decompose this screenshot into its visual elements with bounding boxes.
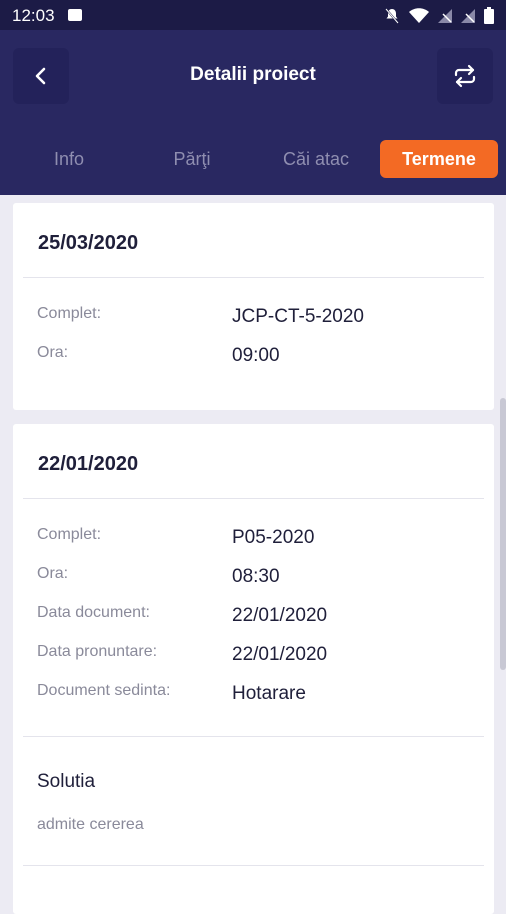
status-icons xyxy=(384,7,494,24)
field-value: P05-2020 xyxy=(232,527,315,548)
hearing-date: 25/03/2020 xyxy=(38,232,139,254)
tab-info[interactable]: Info xyxy=(25,140,113,178)
solution-title: Solutia xyxy=(37,771,96,792)
status-bar: 12:03 xyxy=(0,0,506,30)
refresh-icon xyxy=(454,64,476,88)
scrollbar[interactable] xyxy=(500,398,506,670)
divider xyxy=(23,498,484,499)
wifi-icon xyxy=(409,7,429,23)
hearing-date: 22/01/2020 xyxy=(38,453,139,475)
field-label: Document sedinta: xyxy=(37,682,171,699)
field-label: Complet: xyxy=(37,305,102,322)
tab-bar: Info Părţi Căi atac Termene xyxy=(0,122,506,195)
hearing-card: 25/03/2020 Complet: JCP-CT-5-2020 Ora: 0… xyxy=(13,203,494,410)
divider xyxy=(23,277,484,278)
tab-termene[interactable]: Termene xyxy=(380,140,498,178)
app-header: Detalii proiect xyxy=(0,30,506,122)
divider xyxy=(23,736,484,737)
field-value: JCP-CT-5-2020 xyxy=(232,306,364,327)
hearing-card: 22/01/2020 Complet: P05-2020 Ora: 08:30 … xyxy=(13,424,494,914)
field-value: 08:30 xyxy=(232,566,280,587)
field-value: Hotarare xyxy=(232,683,306,704)
solution-text: admite cererea xyxy=(37,816,144,833)
field-label: Complet: xyxy=(37,526,102,543)
field-value: 22/01/2020 xyxy=(232,605,328,626)
field-label: Data document: xyxy=(37,604,150,621)
hearings-list[interactable]: 25/03/2020 Complet: JCP-CT-5-2020 Ora: 0… xyxy=(0,195,506,914)
status-time: 12:03 xyxy=(12,6,55,25)
field-label: Ora: xyxy=(37,565,69,582)
no-signal-icon xyxy=(438,8,452,23)
divider xyxy=(23,865,484,866)
field-label: Ora: xyxy=(37,344,69,361)
notifications-off-icon xyxy=(385,7,399,24)
field-value: 22/01/2020 xyxy=(232,644,328,665)
tab-cai-atac[interactable]: Căi atac xyxy=(268,140,364,178)
image-icon xyxy=(68,9,82,21)
no-signal-icon xyxy=(461,8,475,23)
battery-icon xyxy=(484,7,494,24)
field-value: 09:00 xyxy=(232,345,280,366)
page-title: Detalii proiect xyxy=(190,64,316,85)
tab-parti[interactable]: Părţi xyxy=(148,140,236,178)
field-label: Data pronuntare: xyxy=(37,643,158,660)
refresh-button[interactable] xyxy=(437,48,493,104)
